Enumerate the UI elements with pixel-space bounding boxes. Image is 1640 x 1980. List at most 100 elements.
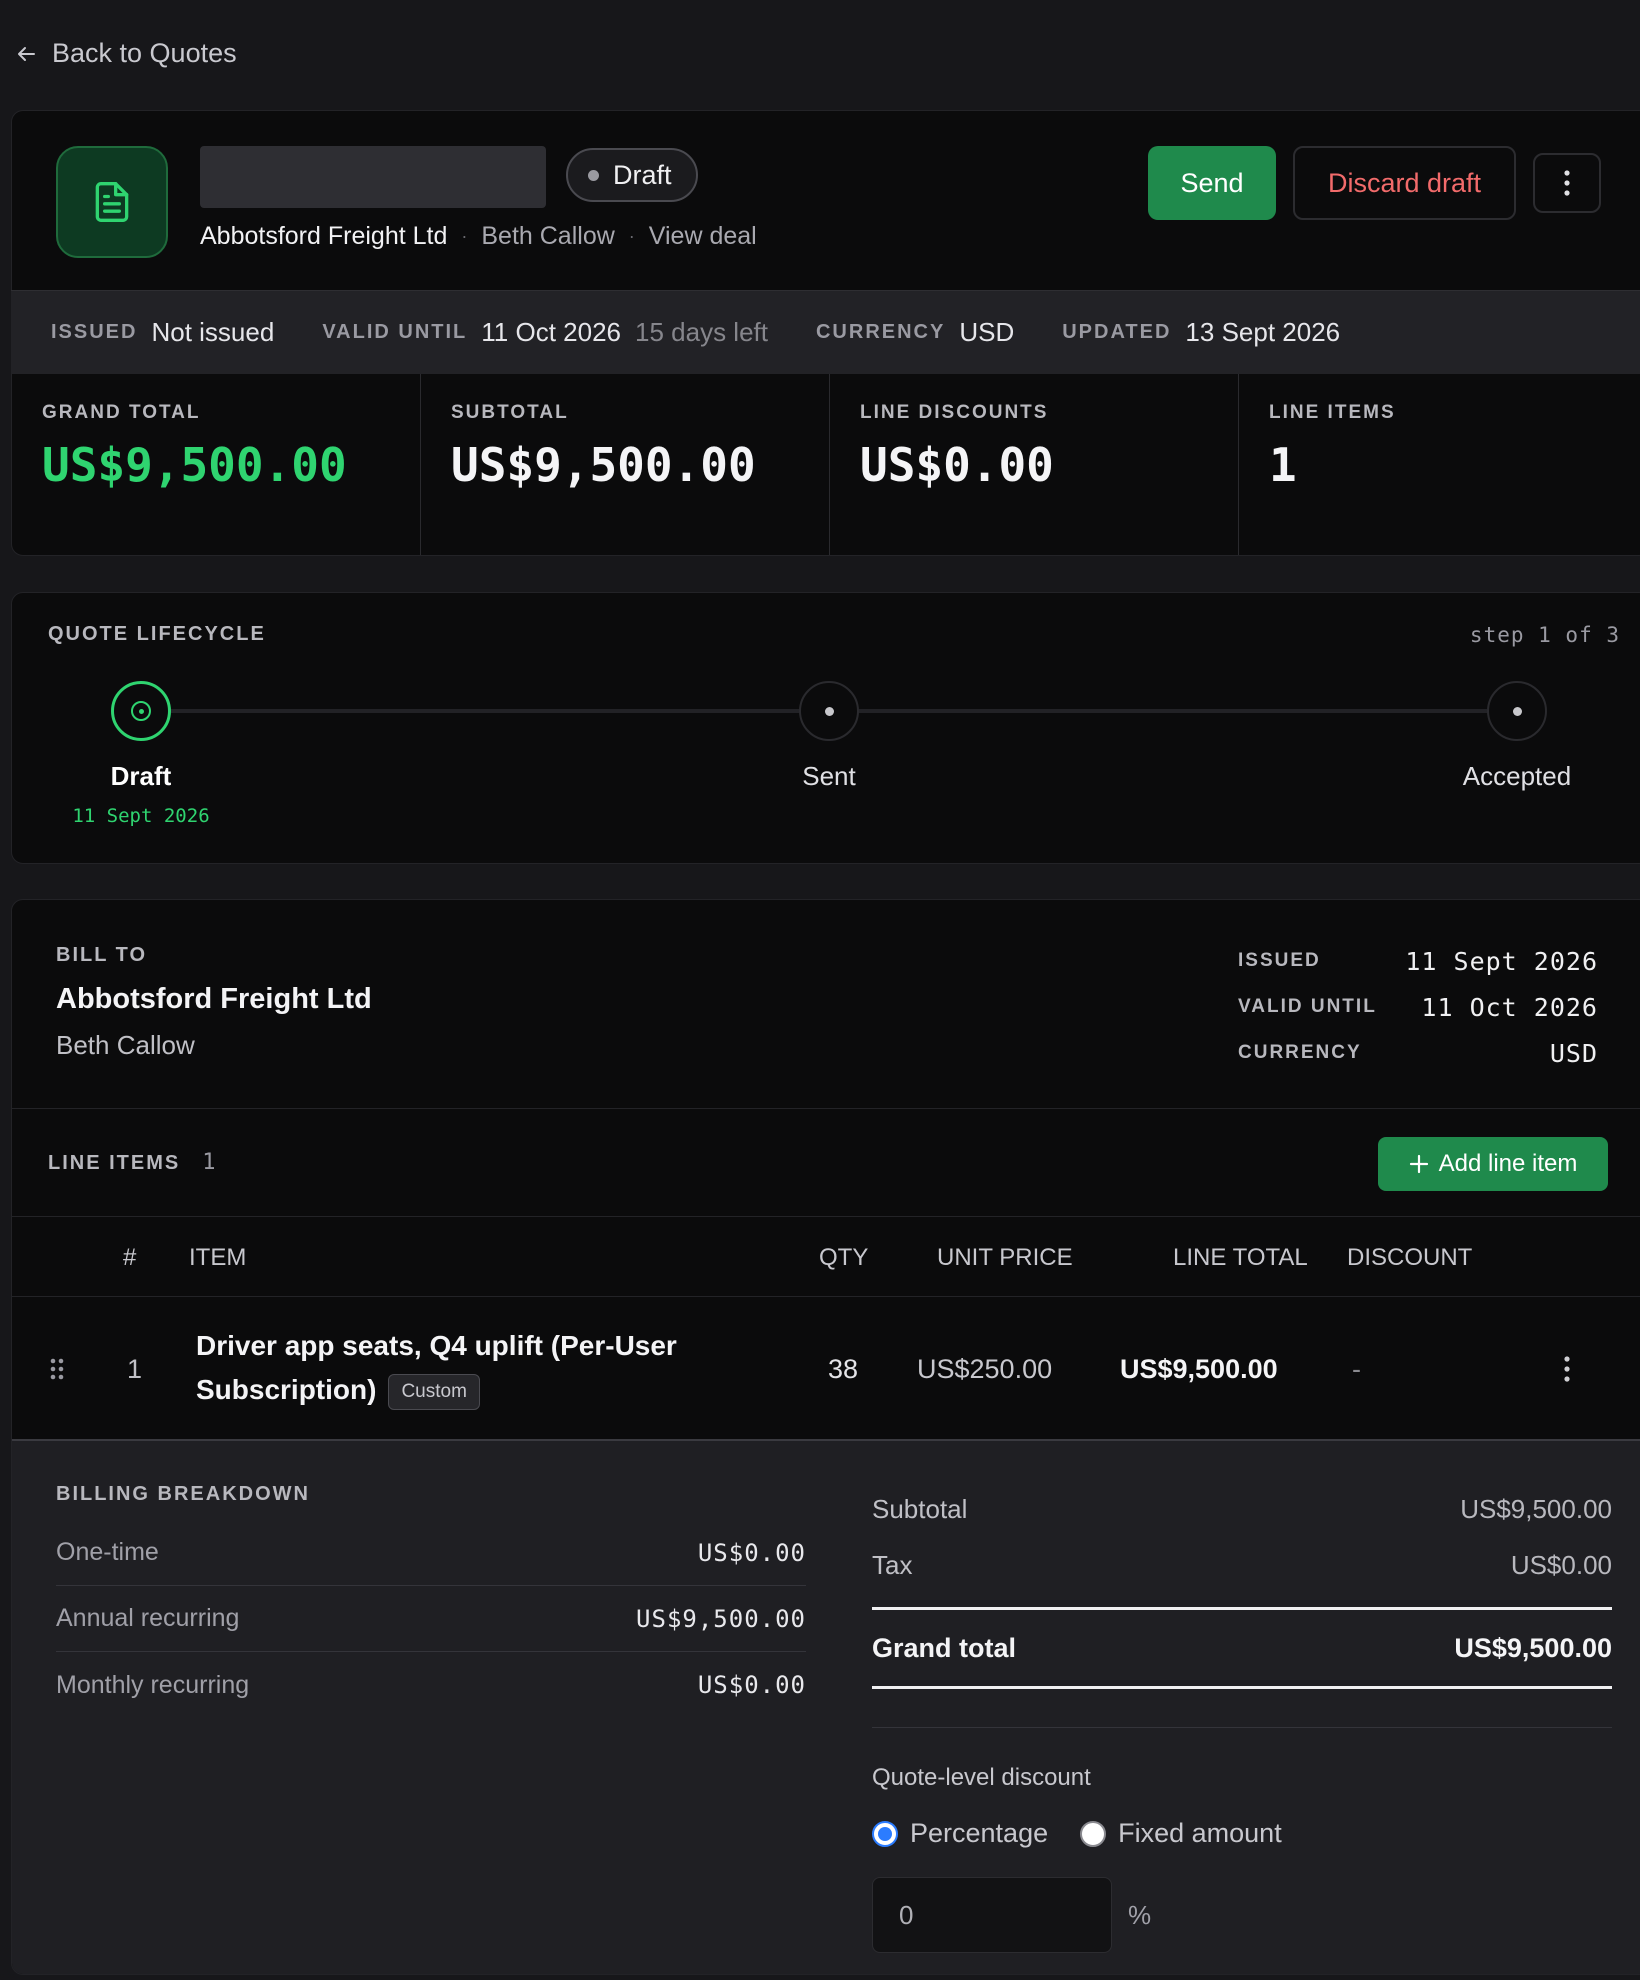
divider	[872, 1727, 1612, 1728]
line-item-name[interactable]: Driver app seats, Q4 uplift (Per-User Su…	[196, 1324, 716, 1412]
company-name: Abbotsford Freight Ltd	[200, 222, 448, 250]
kebab-icon	[1564, 1356, 1570, 1382]
valid-until-value: 11 Oct 2026	[481, 317, 621, 347]
line-item-total: US$9,500.00	[1120, 1354, 1278, 1384]
discount-input-row: 0 %	[872, 1877, 1612, 1953]
grand-total-row: Grand total US$9,500.00	[872, 1607, 1612, 1689]
row-menu-button[interactable]	[1564, 1356, 1570, 1387]
days-left: 15 days left	[635, 317, 768, 347]
lifecycle-node-sent	[799, 681, 859, 741]
add-line-item-button[interactable]: Add line item	[1378, 1137, 1608, 1191]
lifecycle-node-draft	[111, 681, 171, 741]
tax-label: Tax	[872, 1549, 913, 1580]
column-header-number: #	[123, 1244, 137, 1271]
status-badge: Draft	[566, 148, 698, 202]
stat-label: GRAND TOTAL	[42, 402, 201, 423]
updated-label: UPDATED	[1062, 321, 1172, 343]
contact-name: Beth Callow	[481, 222, 615, 250]
add-line-item-label: Add line item	[1438, 1150, 1578, 1177]
status-dot-icon	[588, 169, 599, 181]
stat-line-items: LINE ITEMS 1	[1239, 374, 1640, 555]
meta-separator: ·	[461, 226, 468, 246]
quote-document: BILL TO Abbotsford Freight Ltd Beth Call…	[11, 899, 1640, 1975]
column-header-unit-price: UNIT PRICE	[937, 1244, 1073, 1271]
lifecycle-title: QUOTE LIFECYCLE	[48, 623, 266, 645]
breakdown-row: One-time US$0.00	[56, 1520, 806, 1586]
pending-dot-icon	[824, 706, 834, 716]
stat-line-discounts: LINE DISCOUNTS US$0.00	[830, 374, 1239, 555]
stat-value: US$0.00	[860, 438, 1054, 492]
discount-value-input[interactable]: 0	[872, 1877, 1112, 1953]
document-icon	[56, 146, 168, 258]
quote-stats: GRAND TOTAL US$9,500.00 SUBTOTAL US$9,50…	[11, 374, 1640, 556]
plus-icon	[1409, 1154, 1428, 1174]
divider	[12, 1108, 1640, 1109]
drag-handle-icon[interactable]	[50, 1358, 64, 1385]
pending-dot-icon	[1512, 706, 1522, 716]
issued-label: ISSUED	[51, 321, 138, 343]
row-number: 1	[127, 1354, 143, 1384]
grand-total-label: Grand total	[872, 1632, 1017, 1663]
send-button[interactable]: Send	[1148, 146, 1276, 220]
quote-title-placeholder	[200, 146, 546, 208]
valid-until-label: VALID UNTIL	[1238, 996, 1377, 1017]
stat-grand-total: GRAND TOTAL US$9,500.00	[12, 374, 421, 555]
radio-selected-icon	[872, 1820, 898, 1847]
radio-fixed-amount[interactable]: Fixed amount	[1080, 1818, 1282, 1849]
quote-discount-title: Quote-level discount	[872, 1764, 1091, 1791]
radio-percentage[interactable]: Percentage	[872, 1818, 1048, 1849]
line-items-count: 1	[202, 1150, 216, 1175]
quote-meta: Abbotsford Freight Ltd · Beth Callow · V…	[200, 222, 757, 251]
line-items-title: LINE ITEMS	[48, 1152, 181, 1174]
valid-until-value: 11 Oct 2026	[1421, 992, 1598, 1022]
meta-separator: ·	[628, 226, 635, 246]
issued-label: ISSUED	[1238, 950, 1321, 971]
quote-info-strip: ISSUED Not issued VALID UNTIL 11 Oct 202…	[11, 290, 1640, 374]
breakdown-label: One-time	[56, 1538, 159, 1566]
bill-to-contact: Beth Callow	[56, 1030, 195, 1060]
radio-percentage-label: Percentage	[910, 1818, 1049, 1848]
more-actions-button[interactable]	[1533, 153, 1601, 213]
bill-to-label: BILL TO	[56, 944, 148, 966]
discard-draft-button[interactable]: Discard draft	[1293, 146, 1516, 220]
discount-unit: %	[1128, 1899, 1152, 1930]
breakdown-label: Annual recurring	[56, 1604, 240, 1632]
breakdown-list: One-time US$0.00 Annual recurring US$9,500…	[56, 1520, 806, 1718]
grand-total-value: US$9,500.00	[1454, 1632, 1612, 1663]
lifecycle-label-sent: Sent	[802, 761, 856, 791]
subtotal-row: Subtotal US$9,500.00	[872, 1481, 1612, 1537]
stat-label: LINE DISCOUNTS	[860, 402, 1049, 423]
line-items-header: LINE ITEMS 1	[48, 1150, 215, 1175]
stat-value: 1	[1269, 438, 1297, 492]
back-to-quotes-link[interactable]: Back to Quotes	[14, 38, 237, 69]
stat-label: SUBTOTAL	[451, 402, 569, 423]
kebab-icon	[1564, 170, 1570, 196]
subtotal-value: US$9,500.00	[1460, 1493, 1612, 1524]
quote-dates: ISSUED 11 Sept 2026 VALID UNTIL 11 Oct 202…	[1238, 938, 1598, 1076]
line-item-discount[interactable]: -	[1352, 1354, 1361, 1385]
status-label: Draft	[613, 159, 672, 190]
column-header-discount: DISCOUNT	[1347, 1244, 1473, 1271]
subtotal-label: Subtotal	[872, 1493, 968, 1524]
line-item-qty[interactable]: 38	[828, 1354, 858, 1385]
breakdown-value: US$0.00	[697, 1671, 806, 1699]
line-item-unit-price[interactable]: US$250.00	[917, 1354, 1052, 1385]
breakdown-label: Monthly recurring	[56, 1670, 250, 1699]
lifecycle-label-accepted: Accepted	[1462, 761, 1572, 791]
billing-breakdown-title: BILLING BREAKDOWN	[56, 1483, 310, 1505]
stat-subtotal: SUBTOTAL US$9,500.00	[421, 374, 830, 555]
radio-unselected-icon	[1080, 1820, 1107, 1847]
tax-value: US$0.00	[1510, 1549, 1612, 1580]
view-deal-link[interactable]: View deal	[649, 222, 757, 251]
stat-label: LINE ITEMS	[1269, 402, 1396, 423]
updated-value: 13 Sept 2026	[1185, 317, 1341, 347]
currency-value: USD	[959, 317, 1015, 347]
tax-row: Tax US$0.00	[872, 1537, 1612, 1593]
currency-label: CURRENCY	[815, 321, 946, 343]
breakdown-value: US$9,500.00	[636, 1604, 806, 1633]
issued-value: 11 Sept 2026	[1405, 946, 1598, 976]
bill-to-company: Abbotsford Freight Ltd	[56, 983, 372, 1015]
breakdown-value: US$0.00	[697, 1538, 806, 1567]
column-header-line-total: LINE TOTAL	[1173, 1244, 1308, 1271]
back-label: Back to Quotes	[52, 38, 237, 68]
